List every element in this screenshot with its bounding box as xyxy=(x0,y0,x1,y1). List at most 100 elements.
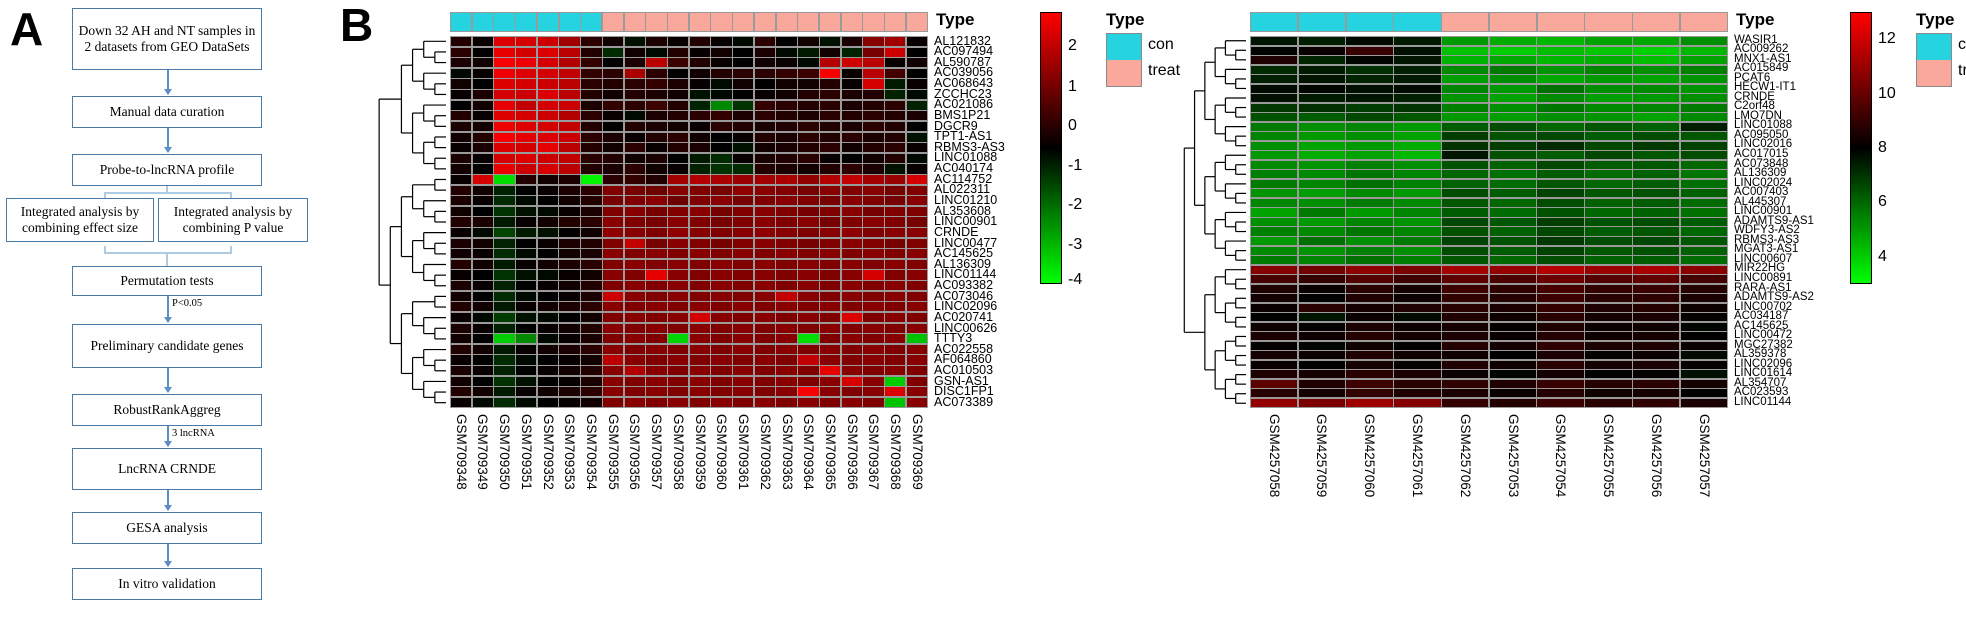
heatmap-cell xyxy=(559,228,580,238)
heatmap-cell xyxy=(494,121,515,132)
heatmap-cell xyxy=(646,164,667,174)
heatmap-cell xyxy=(776,196,797,206)
heatmap-cell xyxy=(451,196,472,206)
heatmap-cell xyxy=(602,37,624,47)
heatmap-cell xyxy=(711,68,732,79)
heatmap-cell xyxy=(1585,217,1632,227)
heatmap-cell xyxy=(646,68,667,79)
type-annotation-cell xyxy=(733,13,754,31)
heatmap-cell xyxy=(1346,65,1393,74)
heatmap-cell xyxy=(819,344,841,354)
heatmap-cell xyxy=(711,228,732,238)
heatmap-cell xyxy=(711,153,732,163)
heatmap-cell xyxy=(798,312,819,323)
flowchart-branch-line xyxy=(104,192,232,194)
heatmap-cell xyxy=(776,153,797,163)
heatmap-cell xyxy=(689,238,710,248)
heatmap-cell xyxy=(863,228,884,238)
heatmap-cell xyxy=(798,37,819,47)
flowchart-node-label: RobustRankAggreg xyxy=(113,402,221,418)
heatmap-cell xyxy=(451,387,472,397)
heatmap-cell xyxy=(1585,84,1632,93)
heatmap-cell xyxy=(1680,379,1727,388)
heatmap-cell xyxy=(733,217,754,227)
heatmap-cell xyxy=(689,355,710,365)
heatmap-cell xyxy=(776,281,797,291)
heatmap-cell xyxy=(1537,332,1584,341)
heatmap-cell xyxy=(1298,75,1346,84)
type-legend: Typecontreat xyxy=(1106,10,1180,87)
heatmap-cell xyxy=(646,185,667,195)
heatmap-cell xyxy=(798,387,819,397)
type-annotation-cell xyxy=(863,13,884,31)
heatmap-cell xyxy=(733,206,754,216)
heatmap-cell xyxy=(819,323,841,333)
panel-c-heatmap: C TypeWASIR1AC009262MNX1-AS1AC015849PCAT… xyxy=(1150,0,1966,622)
heatmap-cell xyxy=(884,143,906,153)
heatmap-cell xyxy=(819,334,841,344)
heatmap-cell xyxy=(884,111,906,121)
colorbar-tick-label: 0 xyxy=(1068,117,1077,135)
flowchart-arrow xyxy=(163,296,172,323)
heatmap-cell xyxy=(602,355,624,365)
heatmap-cell xyxy=(1346,113,1393,122)
heatmap-cell xyxy=(863,100,884,110)
heatmap-cell xyxy=(624,217,645,227)
heatmap-cell xyxy=(1680,246,1727,255)
heatmap-cell xyxy=(1585,294,1632,303)
heatmap-cell xyxy=(451,397,472,407)
heatmap-cell xyxy=(624,185,645,195)
heatmap-cell xyxy=(1489,65,1537,74)
heatmap-cell xyxy=(537,153,559,163)
heatmap-cell xyxy=(819,249,841,259)
heatmap-cell xyxy=(667,323,689,333)
heatmap-cell xyxy=(537,387,559,397)
heatmap-cell xyxy=(624,281,645,291)
heatmap-cell xyxy=(1585,189,1632,198)
heatmap-cell xyxy=(1680,275,1727,284)
heatmap-cell xyxy=(667,196,689,206)
heatmap-cell xyxy=(537,206,559,216)
heatmap-cell xyxy=(711,238,732,248)
heatmap-cell xyxy=(1537,256,1584,265)
heatmap-cell xyxy=(819,312,841,323)
heatmap-cell xyxy=(798,58,819,68)
heatmap-cell xyxy=(1537,94,1584,103)
heatmap-cell xyxy=(884,238,906,248)
heatmap-cell xyxy=(884,47,906,57)
legend-swatch-treat xyxy=(1107,60,1141,86)
heatmap-cell xyxy=(624,270,645,280)
heatmap-cell xyxy=(472,387,493,397)
heatmap-cell xyxy=(1346,389,1393,398)
heatmap-cell xyxy=(1632,46,1680,55)
heatmap-cell xyxy=(581,90,602,100)
heatmap-cell xyxy=(754,68,776,79)
heatmap-cell xyxy=(1251,398,1298,407)
heatmap-cell xyxy=(559,132,580,142)
heatmap-cell xyxy=(884,291,906,301)
heatmap-cell xyxy=(1537,84,1584,93)
heatmap-cell xyxy=(1394,256,1441,265)
heatmap-cell xyxy=(841,143,862,153)
heatmap-cell xyxy=(559,68,580,79)
heatmap-cell xyxy=(1251,189,1298,198)
heatmap-cell xyxy=(1680,94,1727,103)
heatmap-cell xyxy=(1394,75,1441,84)
heatmap-cell xyxy=(711,302,732,312)
heatmap-cell xyxy=(884,365,906,376)
row-dendrogram xyxy=(1183,40,1246,404)
heatmap-cell xyxy=(1680,46,1727,55)
heatmap-cell xyxy=(516,217,537,227)
heatmap-cell xyxy=(733,312,754,323)
type-annotation-cell xyxy=(1442,13,1489,31)
heatmap-cell xyxy=(754,344,776,354)
heatmap-cell xyxy=(1251,84,1298,93)
heatmap-cell xyxy=(602,196,624,206)
heatmap-cell xyxy=(884,323,906,333)
heatmap-cell xyxy=(472,100,493,110)
heatmap-cell xyxy=(819,270,841,280)
heatmap-cell xyxy=(906,344,927,354)
heatmap-cell xyxy=(863,132,884,142)
heatmap-cell xyxy=(667,132,689,142)
heatmap-cell xyxy=(494,238,515,248)
